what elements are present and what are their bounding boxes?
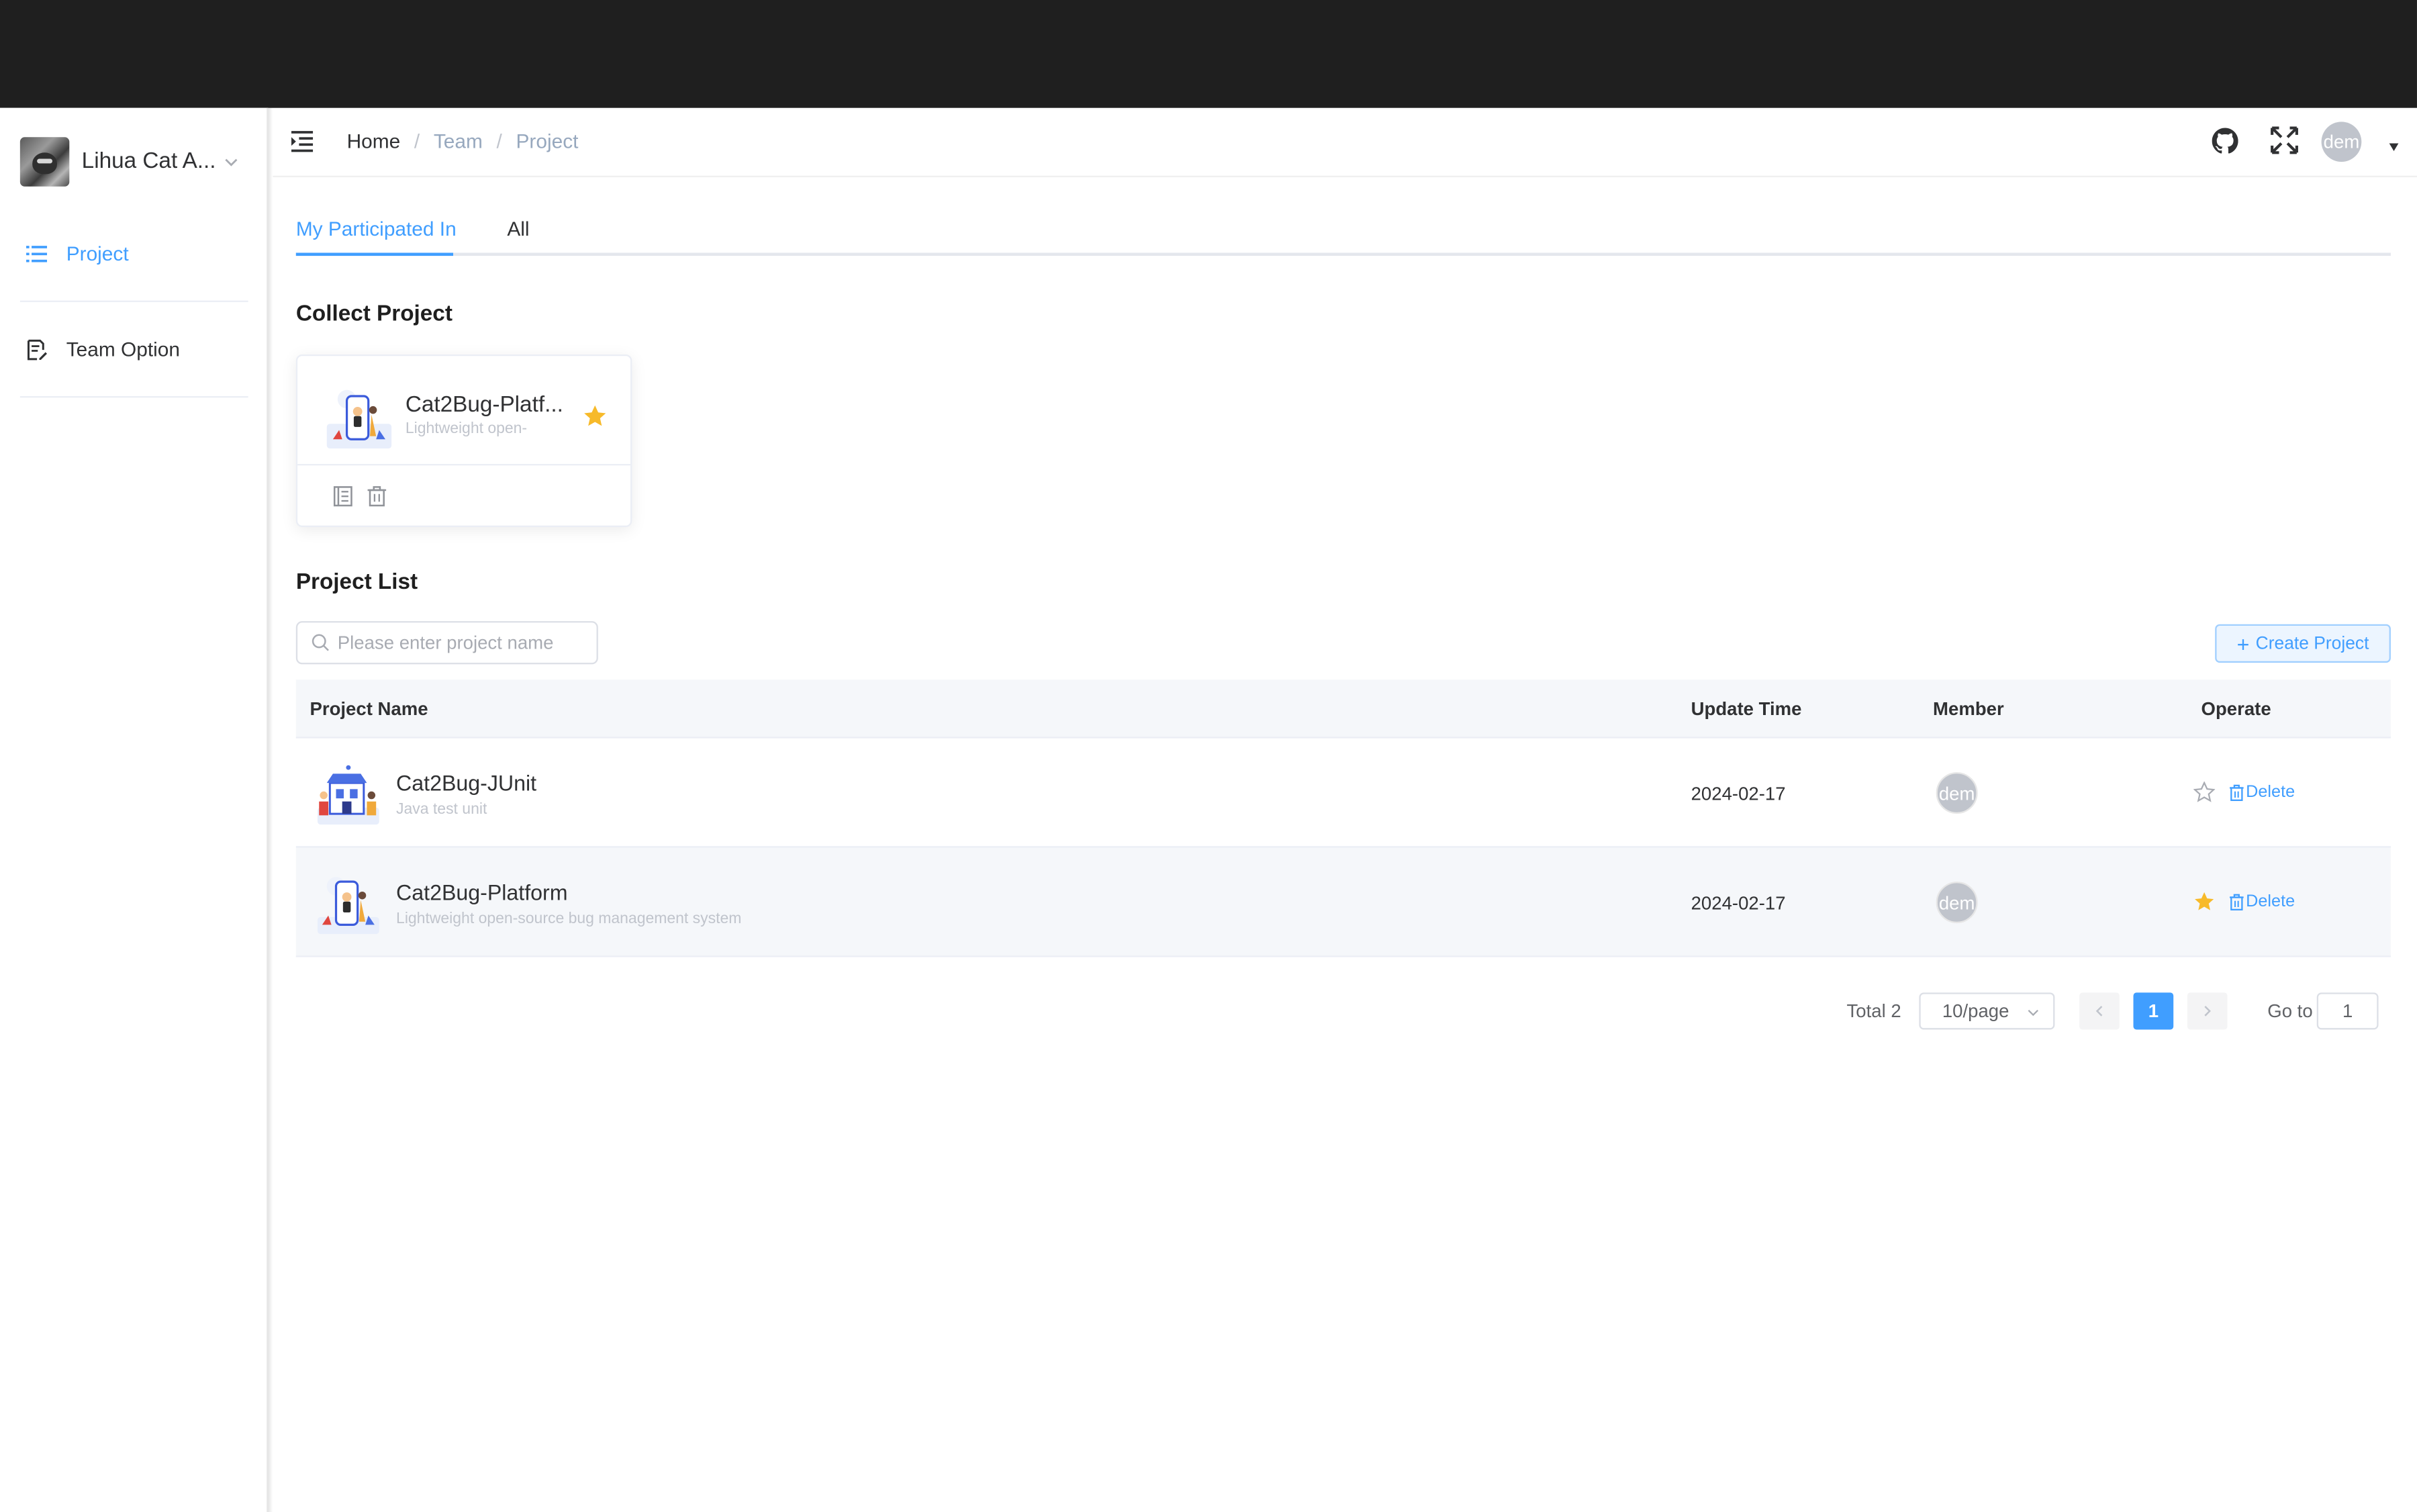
- chevron-left-icon: [2095, 1006, 2103, 1017]
- document-icon[interactable]: [333, 485, 353, 507]
- pagination: Total 2 10/page 1 Go to 1: [0, 992, 2417, 1030]
- goto-label: Go to: [2267, 1000, 2313, 1022]
- pagination-total: Total 2: [1846, 1000, 1901, 1022]
- breadcrumb-team[interactable]: Team: [434, 130, 483, 152]
- column-header-member: Member: [1933, 698, 2004, 720]
- column-header-name: Project Name: [310, 698, 428, 720]
- star-filled-icon[interactable]: [2193, 891, 2215, 912]
- document-edit-icon: [27, 338, 48, 360]
- fullscreen-icon[interactable]: [2271, 126, 2298, 154]
- user-avatar[interactable]: dem: [2321, 122, 2362, 162]
- create-project-button[interactable]: + Create Project: [2215, 624, 2391, 663]
- team-avatar: [19, 137, 70, 187]
- delete-button[interactable]: Delete: [2229, 783, 2295, 802]
- star-outline-icon[interactable]: [2193, 781, 2216, 803]
- next-page-button[interactable]: [2187, 992, 2228, 1030]
- breadcrumb-separator: /: [496, 129, 502, 153]
- caret-down-icon[interactable]: [2389, 143, 2399, 151]
- table-header: Project Name Update Time Member Operate: [295, 679, 2391, 739]
- tab-all[interactable]: All: [507, 218, 529, 240]
- project-name[interactable]: Cat2Bug-Platform: [396, 880, 567, 905]
- sidebar-item-team-option[interactable]: Team Option: [19, 302, 248, 398]
- collected-project-card[interactable]: Cat2Bug-Platf... Lightweight open-: [295, 354, 632, 528]
- tab-my-participated[interactable]: My Participated In: [296, 218, 457, 240]
- sidebar-item-project[interactable]: Project: [19, 207, 248, 302]
- chevron-right-icon: [2204, 1006, 2211, 1017]
- trash-icon[interactable]: [367, 485, 387, 507]
- star-filled-icon[interactable]: [583, 404, 608, 428]
- team-selector[interactable]: Lihua Cat A...: [19, 137, 251, 187]
- page-size-value: 10/page: [1942, 1000, 2009, 1022]
- breadcrumb: Home / Team / Project: [347, 130, 579, 152]
- project-search-input[interactable]: [337, 628, 585, 657]
- project-illustration: [326, 389, 392, 449]
- github-icon[interactable]: [2212, 128, 2238, 154]
- project-description: Java test unit: [396, 801, 487, 818]
- browser-top-bar: [0, 0, 2417, 108]
- page-number-current[interactable]: 1: [2133, 992, 2174, 1030]
- page-size-select[interactable]: 10/page: [1919, 992, 2055, 1030]
- collect-section-title: Collect Project: [295, 301, 453, 327]
- update-time: 2024-02-17: [1691, 892, 1786, 914]
- sidebar-item-label: Team Option: [66, 337, 180, 361]
- project-description: Lightweight open-source bug management s…: [396, 910, 742, 928]
- search-icon: [312, 634, 329, 651]
- sidebar: Lihua Cat A... Project Team Option: [0, 107, 269, 1512]
- column-header-update-time: Update Time: [1691, 698, 1802, 720]
- list-icon: [26, 245, 48, 262]
- project-list-title: Project List: [295, 570, 418, 596]
- breadcrumb-project: Project: [516, 129, 579, 153]
- header: Home / Team / Project dem: [273, 108, 2417, 177]
- plus-icon: +: [2236, 631, 2250, 656]
- tabs: My Participated In All: [295, 202, 2391, 256]
- delete-label: Delete: [2246, 783, 2295, 802]
- delete-label: Delete: [2246, 892, 2295, 911]
- card-divider: [297, 463, 631, 466]
- member-avatar: dem: [1936, 882, 1978, 924]
- trash-icon: [2230, 893, 2244, 910]
- card-project-description: Lightweight open-: [405, 420, 528, 438]
- sidebar-item-label: Project: [66, 242, 129, 265]
- project-table: Project Name Update Time Member Operate …: [295, 679, 2391, 957]
- update-time: 2024-02-17: [1691, 783, 1786, 805]
- breadcrumb-home[interactable]: Home: [347, 130, 401, 152]
- chevron-down-icon: [225, 158, 238, 167]
- chevron-down-icon: [2028, 1009, 2038, 1017]
- goto-page-input[interactable]: 1: [2316, 992, 2379, 1030]
- project-name[interactable]: Cat2Bug-JUnit: [396, 771, 536, 796]
- project-illustration: [317, 765, 379, 825]
- create-project-label: Create Project: [2255, 634, 2369, 653]
- table-row[interactable]: Cat2Bug-JUnit Java test unit 2024-02-17 …: [295, 739, 2391, 848]
- tab-active-indicator: [295, 252, 453, 256]
- menu-fold-icon[interactable]: [291, 130, 316, 154]
- sidebar-shadow: [268, 107, 273, 1512]
- trash-icon: [2230, 784, 2244, 800]
- breadcrumb-separator: /: [414, 129, 420, 153]
- table-row[interactable]: Cat2Bug-Platform Lightweight open-source…: [295, 847, 2391, 957]
- member-avatar: dem: [1936, 772, 1978, 814]
- card-project-name: Cat2Bug-Platf...: [405, 393, 563, 418]
- column-header-operate: Operate: [2201, 698, 2271, 720]
- prev-page-button[interactable]: [2079, 992, 2120, 1030]
- app-root: Lihua Cat A... Project Team Option Home …: [0, 0, 2417, 1512]
- team-name: Lihua Cat A...: [81, 149, 216, 175]
- search-box: [295, 621, 598, 665]
- delete-button[interactable]: Delete: [2229, 892, 2295, 911]
- project-illustration: [317, 877, 379, 935]
